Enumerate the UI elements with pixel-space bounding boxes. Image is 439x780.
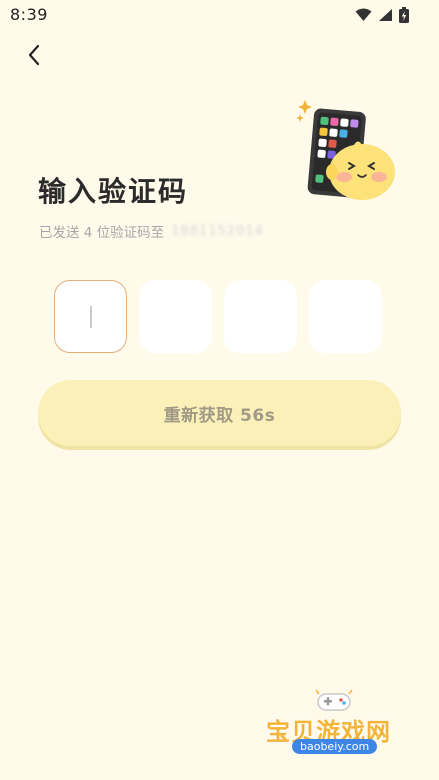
wifi-icon xyxy=(355,8,372,21)
page-title: 输入验证码 xyxy=(38,175,189,208)
phone-number: 1881152014 xyxy=(171,223,264,239)
gamepad-icon xyxy=(315,689,353,711)
code-box-3[interactable] xyxy=(224,280,297,353)
code-box-2[interactable] xyxy=(139,280,212,353)
text-cursor xyxy=(90,306,92,328)
chevron-left-icon xyxy=(28,44,40,66)
battery-charging-icon xyxy=(399,7,409,23)
status-time: 8:39 xyxy=(10,5,48,24)
back-button[interactable] xyxy=(20,40,50,70)
verification-code-input[interactable] xyxy=(54,280,382,353)
sent-code-hint: 已发送 4 位验证码至 1881152014 xyxy=(39,221,264,242)
watermark-logo: 宝贝游戏网 baobeiy.com xyxy=(262,688,412,778)
watermark-domain: baobeiy.com xyxy=(292,739,378,754)
mascot-phone-illustration xyxy=(296,100,395,200)
code-box-4[interactable] xyxy=(309,280,382,353)
resend-code-button[interactable]: 重新获取 56s xyxy=(38,380,401,446)
code-box-1[interactable] xyxy=(54,280,127,353)
sent-code-hint-text: 已发送 4 位验证码至 xyxy=(39,225,165,241)
signal-icon xyxy=(379,9,392,21)
status-icons xyxy=(355,7,409,23)
status-bar: 8:39 xyxy=(0,0,439,32)
